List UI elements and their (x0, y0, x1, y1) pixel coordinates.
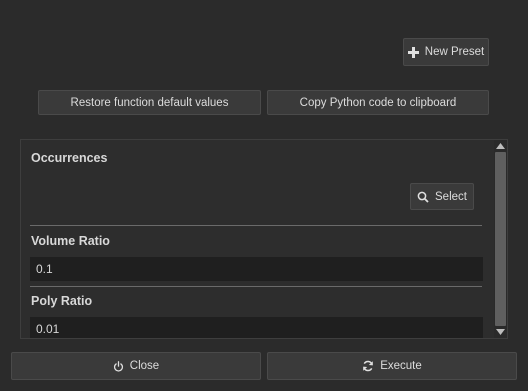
search-icon (417, 191, 429, 203)
scroll-thumb[interactable] (495, 152, 506, 326)
poly-ratio-title: Poly Ratio (31, 294, 93, 308)
execute-button[interactable]: Execute (267, 352, 517, 380)
volume-ratio-title: Volume Ratio (31, 234, 110, 248)
select-label: Select (435, 190, 467, 203)
new-preset-label: New Preset (424, 46, 485, 58)
divider (30, 225, 482, 226)
scroll-up-arrow-icon[interactable] (494, 140, 507, 152)
scroll-down-arrow-icon[interactable] (494, 326, 507, 338)
occurrences-title: Occurrences (31, 151, 108, 165)
vertical-scrollbar[interactable] (494, 140, 507, 338)
volume-ratio-input[interactable] (30, 257, 483, 281)
parameters-panel[interactable]: Occurrences Select Volume Ratio Poly Rat… (20, 139, 508, 339)
select-button[interactable]: Select (410, 183, 474, 210)
copy-python-label: Copy Python code to clipboard (299, 96, 457, 109)
plus-icon (407, 46, 419, 58)
close-button[interactable]: Close (11, 352, 261, 380)
refresh-icon (362, 360, 374, 372)
copy-python-button[interactable]: Copy Python code to clipboard (267, 90, 489, 115)
power-icon (113, 360, 124, 372)
divider (30, 286, 482, 287)
poly-ratio-input[interactable] (30, 317, 483, 338)
restore-defaults-button[interactable]: Restore function default values (38, 90, 261, 115)
new-preset-button[interactable]: New Preset (403, 38, 489, 66)
execute-label: Execute (380, 360, 422, 372)
close-label: Close (129, 360, 160, 372)
restore-defaults-label: Restore function default values (70, 96, 229, 109)
